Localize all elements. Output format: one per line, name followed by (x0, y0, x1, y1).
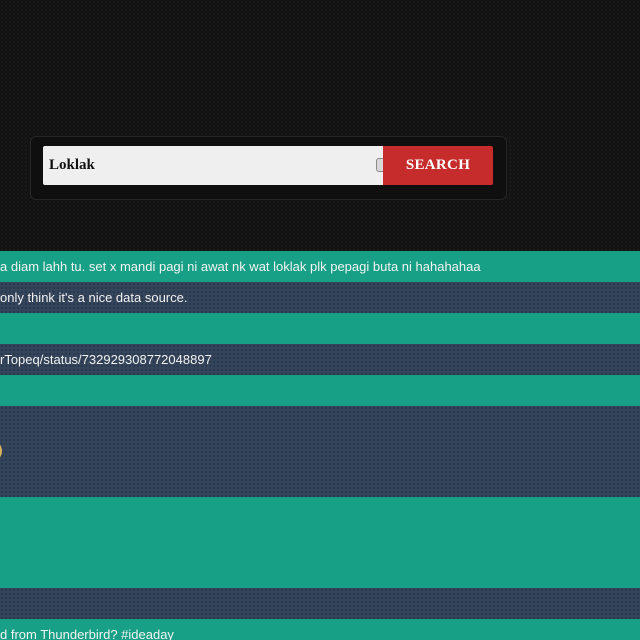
result-item[interactable] (0, 313, 640, 344)
result-item[interactable] (0, 497, 640, 588)
results-list: a diam lahh tu. set x mandi pagi ni awat… (0, 251, 640, 640)
avatar (0, 442, 2, 460)
result-item[interactable]: d from Thunderbird? #ideaday (0, 619, 640, 640)
header-background (0, 0, 640, 251)
result-item[interactable] (0, 588, 640, 619)
result-item[interactable] (0, 406, 640, 497)
result-text: d from Thunderbird? #ideaday (0, 627, 174, 640)
search-input[interactable] (43, 146, 383, 185)
result-text: a diam lahh tu. set x mandi pagi ni awat… (0, 259, 481, 274)
result-item[interactable]: rTopeq/status/732929308772048897 (0, 344, 640, 375)
result-text: rTopeq/status/732929308772048897 (0, 352, 212, 367)
result-item[interactable]: only think it's a nice data source. (0, 282, 640, 313)
search-button[interactable]: SEARCH (383, 146, 493, 185)
result-text: only think it's a nice data source. (0, 290, 188, 305)
result-item[interactable]: a diam lahh tu. set x mandi pagi ni awat… (0, 251, 640, 282)
result-item[interactable] (0, 375, 640, 406)
